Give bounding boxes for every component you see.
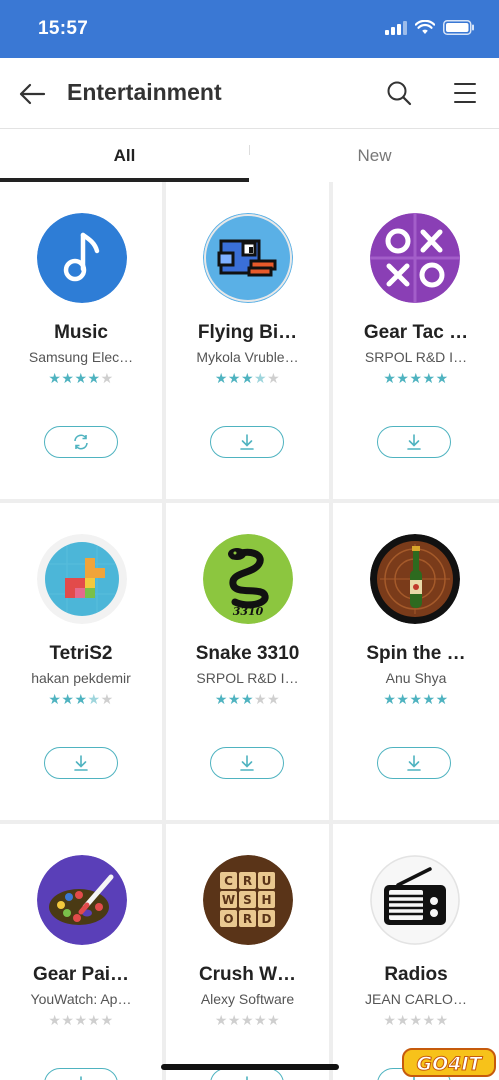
download-button[interactable]	[377, 426, 451, 458]
page-title: Entertainment	[67, 79, 222, 105]
download-button[interactable]	[377, 747, 451, 779]
download-button[interactable]	[44, 747, 118, 779]
arrow-left-icon	[19, 83, 46, 105]
app-name: Radios	[384, 964, 448, 985]
go4it-logo: GO4IT	[402, 1048, 496, 1077]
star-rating: ★★★★★	[48, 691, 114, 707]
app-developer: Mykola Vruble…	[196, 349, 299, 365]
download-icon	[240, 434, 254, 450]
star-rating: ★★★★★	[383, 1012, 449, 1028]
app-developer: JEAN CARLO…	[365, 991, 467, 1007]
watermark-text: GO4IT	[417, 1053, 484, 1075]
search-button[interactable]	[382, 76, 416, 110]
app-name: Gear Tac …	[363, 322, 469, 343]
tab-new[interactable]: New	[250, 129, 499, 183]
tic-tac-toe-icon	[370, 213, 460, 303]
app-card[interactable]: TetriS2 hakan pekdemir ★★★★★	[0, 503, 162, 820]
app-developer: SRPOL R&D I…	[364, 349, 468, 365]
download-icon	[246, 1076, 248, 1080]
download-button[interactable]	[210, 426, 284, 458]
download-icon	[407, 434, 421, 450]
tab-bar: All New	[0, 128, 499, 182]
star-rating: ★★★★★	[214, 691, 281, 707]
tab-all[interactable]: All	[0, 129, 249, 183]
update-button[interactable]	[44, 426, 118, 458]
back-button[interactable]	[14, 76, 50, 112]
word-tiles-icon: C R U W S H O R D	[203, 855, 293, 945]
download-icon	[407, 755, 421, 771]
download-icon	[240, 755, 254, 771]
app-name: Gear Pai…	[32, 964, 130, 985]
app-card[interactable]: Flying Bi… Mykola Vruble… ★★★★★	[166, 182, 329, 499]
signal-icon	[385, 20, 407, 35]
star-rating: ★★★★★	[383, 691, 449, 707]
flappy-bird-icon	[203, 213, 293, 303]
snake-icon: 3310	[203, 534, 293, 624]
app-name: Crush W…	[198, 964, 297, 985]
word-tile: C	[224, 874, 233, 888]
word-tile: S	[243, 893, 252, 907]
app-name: Music	[54, 322, 108, 343]
app-card[interactable]: 3310 Snake 3310 SRPOL R&D I… ★★★★★	[166, 503, 329, 820]
paint-palette-icon	[37, 855, 127, 945]
hamburger-icon	[454, 83, 476, 103]
status-bar: 15:57	[0, 0, 499, 58]
app-card[interactable]: C R U W S H O R D Crush W… Alexy Softwar…	[166, 824, 329, 1080]
refresh-icon	[74, 434, 88, 450]
word-tile: O	[223, 912, 233, 926]
music-note-icon	[37, 213, 127, 303]
app-developer: Alexy Software	[200, 991, 295, 1007]
battery-icon	[443, 20, 474, 35]
app-card[interactable]: Music Samsung Elec… ★★★★★	[0, 182, 162, 499]
app-card[interactable]: Gear Pai… YouWatch: Ap… ★★★★★	[0, 824, 162, 1080]
app-grid: Music Samsung Elec… ★★★★★ Flying Bi… Myk…	[0, 182, 499, 1080]
app-card[interactable]: Radios JEAN CARLO… ★★★★★	[333, 824, 499, 1080]
download-button[interactable]	[44, 1068, 118, 1080]
word-tile: U	[262, 874, 272, 888]
app-developer: YouWatch: Ap…	[30, 991, 132, 1007]
star-rating: ★★★★★	[48, 1012, 114, 1028]
star-rating: ★★★★★	[214, 370, 281, 386]
app-developer: hakan pekdemir	[31, 670, 131, 686]
app-name: Snake 3310	[195, 643, 300, 664]
menu-button[interactable]	[448, 76, 482, 110]
app-header: Entertainment	[0, 58, 499, 128]
star-rating: ★★★★★	[48, 370, 114, 386]
app-name: TetriS2	[49, 643, 113, 664]
download-button[interactable]	[210, 747, 284, 779]
word-tile: H	[261, 893, 271, 907]
app-developer: Anu Shya	[385, 670, 447, 686]
app-name: Spin the …	[366, 643, 466, 664]
word-tile: W	[222, 893, 235, 907]
download-icon	[80, 1076, 82, 1080]
word-tile: R	[243, 912, 252, 926]
star-rating: ★★★★★	[214, 1012, 281, 1028]
search-icon	[387, 81, 412, 106]
app-developer: SRPOL R&D I…	[196, 670, 299, 686]
spin-bottle-icon	[370, 534, 460, 624]
tetris-blocks-icon	[37, 534, 127, 624]
status-time: 15:57	[38, 18, 89, 39]
app-card[interactable]: Spin the … Anu Shya ★★★★★	[333, 503, 499, 820]
home-indicator[interactable]	[161, 1064, 339, 1070]
word-tile: D	[262, 912, 272, 926]
download-icon	[74, 755, 88, 771]
app-developer: Samsung Elec…	[28, 349, 134, 365]
radio-icon	[370, 855, 460, 945]
app-card[interactable]: Gear Tac … SRPOL R&D I… ★★★★★	[333, 182, 499, 499]
status-icons	[385, 20, 475, 35]
wifi-icon	[415, 20, 435, 34]
word-tile: R	[243, 874, 252, 888]
snake-label: 3310	[233, 605, 264, 618]
star-rating: ★★★★★	[383, 370, 449, 386]
app-name: Flying Bi…	[197, 322, 298, 343]
